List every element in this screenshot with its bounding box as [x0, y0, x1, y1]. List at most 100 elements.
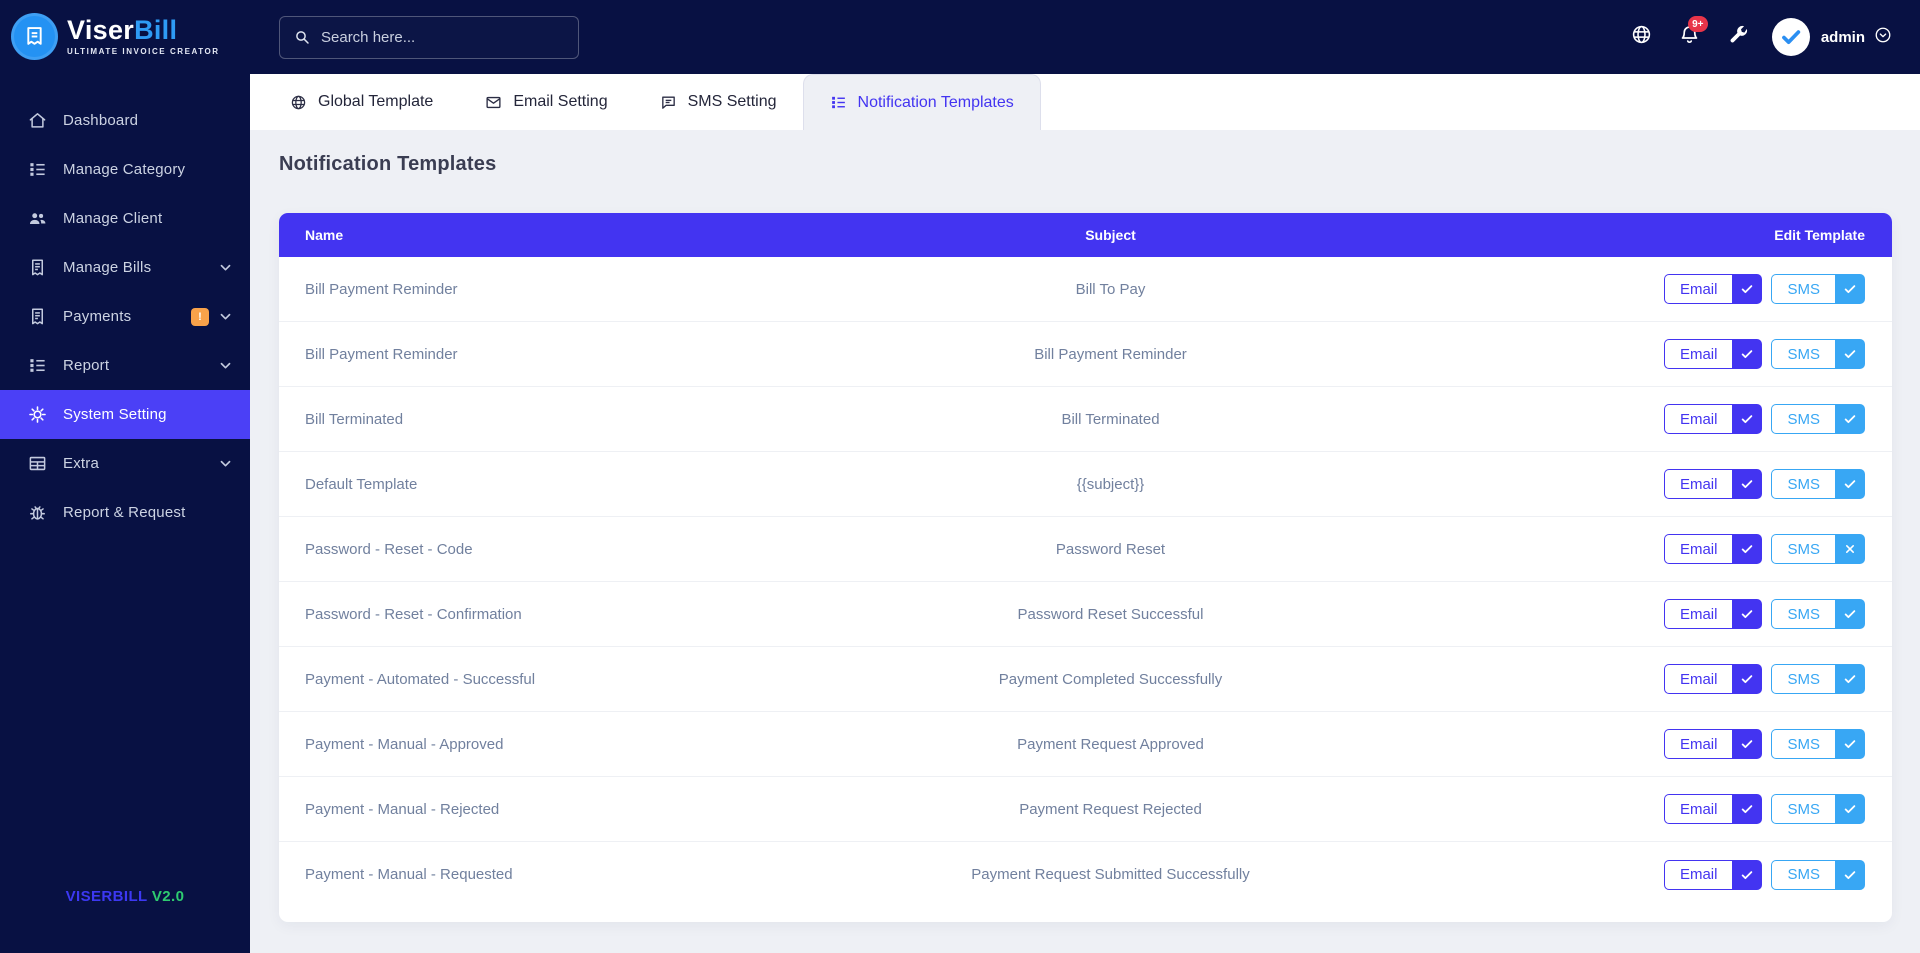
- avatar[interactable]: [1771, 18, 1810, 56]
- template-name: Bill Payment Reminder: [305, 280, 458, 298]
- edit-sms-template-button[interactable]: SMS: [1771, 599, 1865, 629]
- sms-disabled-x-icon[interactable]: [1835, 534, 1865, 564]
- invoice-icon: [27, 307, 47, 327]
- template-name: Payment - Manual - Requested: [305, 866, 513, 883]
- sidebar-item-label: Extra: [63, 455, 100, 472]
- email-button-label: Email: [1663, 404, 1733, 434]
- tab-global-template[interactable]: Global Template: [264, 74, 459, 130]
- edit-sms-template-button[interactable]: SMS: [1771, 404, 1865, 434]
- sidebar-item-label: Manage Category: [63, 161, 186, 178]
- template-actions: Email SMS: [1422, 859, 1892, 890]
- edit-sms-template-button[interactable]: SMS: [1771, 859, 1865, 890]
- bell-icon[interactable]: 9+: [1679, 16, 1708, 50]
- edit-email-template-button[interactable]: Email: [1663, 339, 1763, 369]
- sidebar-item-report[interactable]: Report: [0, 341, 250, 390]
- sms-enabled-check-icon[interactable]: [1835, 274, 1865, 304]
- sms-button-label: SMS: [1771, 469, 1835, 499]
- sidebar-item-manage-client[interactable]: Manage Client: [0, 194, 250, 243]
- email-enabled-check-icon[interactable]: [1732, 534, 1763, 564]
- email-enabled-check-icon[interactable]: [1732, 664, 1763, 694]
- sms-enabled-check-icon[interactable]: [1835, 794, 1865, 824]
- template-subject: Password Reset: [1055, 540, 1166, 558]
- wrench-icon[interactable]: [1727, 24, 1748, 50]
- edit-sms-template-button[interactable]: SMS: [1771, 729, 1865, 759]
- sms-enabled-check-icon[interactable]: [1835, 729, 1865, 759]
- edit-sms-template-button[interactable]: SMS: [1771, 664, 1865, 694]
- sms-enabled-check-icon[interactable]: [1835, 664, 1865, 694]
- tab-notification-templates[interactable]: Notification Templates: [802, 74, 1041, 130]
- sms-enabled-check-icon[interactable]: [1835, 469, 1865, 499]
- table-row: Payment - Manual - Rejected Payment Reque…: [279, 777, 1892, 842]
- edit-sms-template-button[interactable]: SMS: [1771, 469, 1865, 499]
- template-actions: Email SMS: [1422, 274, 1892, 304]
- table-row: Payment - Manual - Approved Payment Reque…: [279, 712, 1892, 777]
- sidebar-item-manage-category[interactable]: Manage Category: [0, 145, 250, 194]
- edit-email-template-button[interactable]: Email: [1663, 534, 1763, 564]
- email-enabled-check-icon[interactable]: [1732, 729, 1763, 759]
- sidebar-item-dashboard[interactable]: Dashboard: [0, 96, 250, 145]
- receipt-icon: [11, 13, 58, 60]
- edit-sms-template-button[interactable]: SMS: [1771, 274, 1865, 304]
- sidebar-item-payments[interactable]: Payments!: [0, 292, 250, 341]
- globe-icon[interactable]: [1631, 24, 1652, 50]
- template-subject: Bill Terminated: [1061, 410, 1160, 428]
- email-button-label: Email: [1663, 274, 1733, 304]
- sidebar: ViserBill ULTIMATE INVOICE CREATOR Dashb…: [0, 0, 250, 953]
- table-header: Name Subject Edit Template: [279, 213, 1892, 257]
- sms-enabled-check-icon[interactable]: [1835, 339, 1865, 369]
- edit-email-template-button[interactable]: Email: [1663, 274, 1763, 304]
- sms-enabled-check-icon[interactable]: [1835, 859, 1865, 890]
- sidebar-item-system-setting[interactable]: System Setting: [0, 390, 250, 439]
- edit-email-template-button[interactable]: Email: [1663, 729, 1763, 759]
- template-name: Default Template: [305, 475, 418, 493]
- column-header-subject: Subject: [1085, 227, 1136, 243]
- home-icon: [27, 111, 47, 131]
- table-row: Payment - Manual - Requested Payment Requ…: [279, 842, 1892, 907]
- chevron-down-circle-icon[interactable]: [1874, 26, 1892, 49]
- alert-badge: !: [191, 308, 209, 326]
- brand-logo[interactable]: ViserBill ULTIMATE INVOICE CREATOR: [0, 0, 250, 60]
- email-enabled-check-icon[interactable]: [1732, 859, 1763, 890]
- edit-email-template-button[interactable]: Email: [1663, 404, 1763, 434]
- email-enabled-check-icon[interactable]: [1732, 404, 1763, 434]
- edit-sms-template-button[interactable]: SMS: [1771, 339, 1865, 369]
- sidebar-item-label: Manage Bills: [63, 259, 152, 276]
- gear-icon: [27, 405, 47, 425]
- edit-sms-template-button[interactable]: SMS: [1771, 794, 1865, 824]
- email-enabled-check-icon[interactable]: [1732, 794, 1763, 824]
- sidebar-item-extra[interactable]: Extra: [0, 439, 250, 488]
- email-button-label: Email: [1663, 339, 1733, 369]
- email-enabled-check-icon[interactable]: [1732, 599, 1763, 629]
- email-button-label: Email: [1663, 664, 1733, 694]
- edit-email-template-button[interactable]: Email: [1663, 859, 1763, 890]
- email-enabled-check-icon[interactable]: [1732, 339, 1763, 369]
- username-label[interactable]: admin: [1821, 29, 1865, 46]
- tab-email-setting[interactable]: Email Setting: [459, 74, 633, 130]
- sms-button-label: SMS: [1771, 664, 1835, 694]
- email-enabled-check-icon[interactable]: [1732, 274, 1763, 304]
- table-icon: [27, 454, 47, 474]
- bug-icon: [27, 503, 47, 523]
- edit-email-template-button[interactable]: Email: [1663, 469, 1763, 499]
- email-button-label: Email: [1663, 599, 1733, 629]
- template-name: Password - Reset - Confirmation: [305, 605, 522, 623]
- email-button-label: Email: [1663, 469, 1733, 499]
- email-enabled-check-icon[interactable]: [1732, 469, 1763, 499]
- edit-email-template-button[interactable]: Email: [1663, 599, 1763, 629]
- sidebar-item-manage-bills[interactable]: Manage Bills: [0, 243, 250, 292]
- sms-enabled-check-icon[interactable]: [1835, 599, 1865, 629]
- sms-enabled-check-icon[interactable]: [1835, 404, 1865, 434]
- edit-sms-template-button[interactable]: SMS: [1771, 534, 1865, 564]
- notification-count-badge: 9+: [1687, 16, 1708, 32]
- tab-label: Notification Templates: [857, 93, 1014, 111]
- email-button-label: Email: [1663, 859, 1733, 890]
- search-input[interactable]: [321, 28, 564, 46]
- tab-sms-setting[interactable]: SMS Setting: [634, 74, 803, 130]
- edit-email-template-button[interactable]: Email: [1663, 664, 1763, 694]
- brand-tagline: ULTIMATE INVOICE CREATOR: [67, 47, 220, 56]
- template-actions: Email SMS: [1422, 729, 1892, 759]
- email-button-label: Email: [1663, 534, 1733, 564]
- column-header-edit-template: Edit Template: [1774, 227, 1865, 243]
- edit-email-template-button[interactable]: Email: [1663, 794, 1763, 824]
- sidebar-item-report-request[interactable]: Report & Request: [0, 488, 250, 537]
